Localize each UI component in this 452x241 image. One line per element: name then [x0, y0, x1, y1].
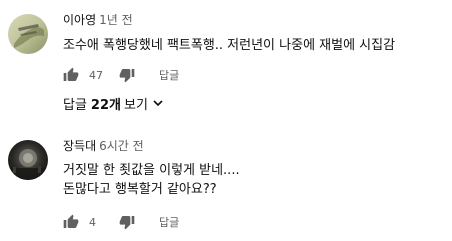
thumb-up-icon[interactable] — [63, 214, 79, 230]
comment-text: 조수애 폭행당했네 팩트폭행.. 저런년이 나중에 재벌에 시집감 — [63, 36, 395, 55]
comment-text-line: 거짓말 한 죗값을 이렇게 받네.... — [63, 163, 240, 178]
thumb-down-icon[interactable] — [119, 214, 135, 230]
author-name[interactable]: 장득대 — [63, 139, 96, 153]
like-count: 4 — [89, 215, 96, 229]
comment-header: 이아영 1년 전 — [63, 12, 133, 28]
avatar-image — [8, 140, 48, 180]
view-replies-button[interactable]: 답글 22개 보기 — [63, 94, 166, 113]
comment-thread: 이아영 1년 전 조수애 폭행당했네 팩트폭행.. 저런년이 나중에 재벌에 시집… — [0, 0, 452, 118]
comment-header: 장득대 6시간 전 — [63, 138, 144, 154]
comment-actions: 4 답글 — [63, 213, 179, 231]
chevron-down-icon — [150, 95, 166, 111]
avatar[interactable] — [8, 140, 48, 180]
reply-button[interactable]: 답글 — [159, 214, 179, 230]
comment-timestamp[interactable]: 1년 전 — [99, 13, 133, 27]
view-replies-prefix: 답글 — [63, 97, 87, 113]
author-name[interactable]: 이아영 — [63, 13, 96, 27]
comment-thread: 장득대 6시간 전 거짓말 한 죗값을 이렇게 받네.... 돈많다고 행복할거 … — [0, 128, 452, 241]
comment-text: 거짓말 한 죗값을 이렇게 받네.... 돈많다고 행복할거 같아요?? — [63, 161, 240, 199]
reply-button[interactable]: 답글 — [159, 67, 179, 83]
comment-text-line: 돈많다고 행복할거 같아요?? — [63, 182, 217, 197]
comment-timestamp[interactable]: 6시간 전 — [99, 139, 144, 153]
comment-text-line: 조수애 폭행당했네 팩트폭행.. 저런년이 나중에 재벌에 시집감 — [63, 38, 396, 53]
comment-actions: 47 답글 — [63, 66, 179, 84]
avatar-image — [8, 14, 48, 54]
like-count: 47 — [89, 68, 103, 82]
thumb-up-icon[interactable] — [63, 67, 79, 83]
reply-count: 22개 — [90, 97, 121, 113]
view-replies-suffix: 보기 — [123, 97, 148, 113]
avatar[interactable] — [8, 14, 48, 54]
thumb-down-icon[interactable] — [119, 67, 135, 83]
